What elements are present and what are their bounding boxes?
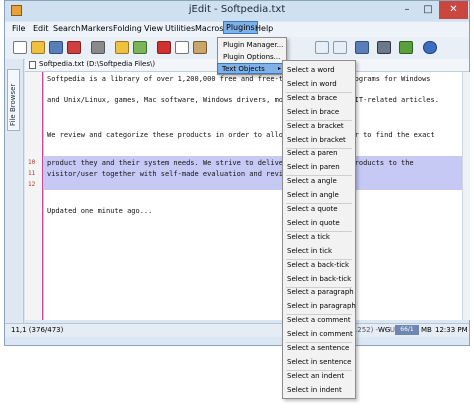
text-object-menu-item[interactable]: Select in bracket	[287, 136, 346, 144]
text-object-menu-item[interactable]: Select in paren	[287, 163, 340, 171]
dock-sidebar: File Browser	[5, 59, 24, 325]
menu-file[interactable]: File	[12, 24, 25, 33]
text-line: Updated one minute ago...	[47, 207, 153, 215]
plugin-options-item[interactable]: Plugin Options...	[223, 53, 280, 61]
expand-icon[interactable]	[315, 41, 329, 54]
text-line: product they and their system needs. We …	[47, 159, 414, 167]
minimize-button[interactable]: –	[397, 1, 417, 19]
menu-separator	[286, 147, 352, 149]
menu-separator	[286, 286, 352, 288]
menu-markers[interactable]: Markers	[81, 24, 113, 33]
title-bar[interactable]: jEdit - Softpedia.txt – □ ✕	[5, 1, 469, 21]
text-object-menu-item[interactable]: Select in tick	[287, 247, 332, 255]
text-objects-item[interactable]: Text Objects ▸	[217, 63, 285, 74]
help-icon[interactable]	[423, 41, 437, 54]
line-number: 12	[28, 181, 36, 188]
menu-edit[interactable]: Edit	[33, 24, 49, 33]
text-object-menu-item[interactable]: Select a tick	[287, 233, 330, 241]
new-file-icon[interactable]	[13, 41, 27, 54]
gutter-marker	[42, 72, 43, 320]
collapse-icon[interactable]	[333, 41, 347, 54]
menu-view[interactable]: View	[144, 24, 163, 33]
text-object-menu-item[interactable]: Select a quote	[287, 205, 338, 213]
menu-separator	[286, 119, 352, 121]
menu-search[interactable]: Search	[53, 24, 80, 33]
text-objects-submenu: Select a word Select in word Select a brac…	[282, 60, 356, 399]
text-object-menu-item[interactable]: Select in back-tick	[287, 275, 351, 283]
close-buffer-icon[interactable]	[67, 41, 81, 54]
clock: 12:33 PM	[435, 326, 468, 334]
menu-separator	[286, 258, 352, 260]
menu-separator	[286, 369, 352, 371]
text-object-menu-item[interactable]: Select in angle	[287, 191, 339, 199]
text-object-menu-item[interactable]: Select a paragraph	[287, 288, 354, 296]
wrap-mode[interactable]: WG	[378, 326, 390, 334]
text-object-menu-item[interactable]: Select in brace	[287, 108, 339, 116]
tools-icon[interactable]	[377, 41, 391, 54]
print-icon[interactable]	[91, 41, 105, 54]
text-objects-label: Text Objects	[222, 65, 265, 73]
text-object-menu-item[interactable]: Select a paren	[287, 149, 338, 157]
menu-separator	[286, 91, 352, 93]
menu-bar: File Edit Search Markers Folding View Ut…	[5, 21, 469, 37]
text-object-menu-item[interactable]: Select in word	[287, 80, 337, 88]
menu-separator	[286, 314, 352, 316]
text-object-menu-item[interactable]: Select in sentence	[287, 358, 351, 366]
menu-folding[interactable]: Folding	[113, 24, 142, 33]
line-number: 11	[28, 170, 36, 177]
menu-utilities[interactable]: Utilities	[165, 24, 195, 33]
menu-separator	[286, 342, 352, 344]
status-bar: 11,1 (376/473) (text,none,Cp1252) - - - …	[5, 323, 469, 337]
memory-indicator[interactable]: 66/1	[395, 325, 419, 335]
text-object-menu-item[interactable]: Select in indent	[287, 386, 342, 394]
line-number: 10	[28, 159, 36, 166]
open-folder-icon[interactable]	[31, 41, 45, 54]
text-line: visitor/user together with self-made eva…	[47, 170, 321, 178]
file-browser-tab[interactable]: File Browser	[7, 69, 20, 131]
copy-icon[interactable]	[175, 41, 189, 54]
text-object-menu-item[interactable]: Select in comment	[287, 330, 353, 338]
buffer-label: Softpedia.txt (D:\Softpedia Files\)	[39, 60, 156, 68]
plugin-manager-item[interactable]: Plugin Manager...	[223, 41, 283, 49]
text-object-menu-item[interactable]: Select a sentence	[287, 344, 349, 352]
text-line: Softpedia is a library of over 1,200,000…	[47, 75, 431, 83]
menu-separator	[286, 230, 352, 232]
close-button[interactable]: ✕	[439, 1, 468, 19]
search-icon[interactable]	[355, 41, 369, 54]
home-icon[interactable]	[399, 41, 413, 54]
submenu-arrow-icon: ▸	[277, 65, 281, 72]
menu-separator	[286, 203, 352, 205]
file-browser-tab-label: File Browser	[9, 83, 17, 126]
redo-icon[interactable]	[133, 41, 147, 54]
text-object-menu-item[interactable]: Select a comment	[287, 316, 351, 324]
menu-separator	[286, 175, 352, 177]
text-object-menu-item[interactable]: Select in paragraph	[287, 302, 356, 310]
text-object-menu-item[interactable]: Select a angle	[287, 177, 337, 185]
caret-position[interactable]: 11,1 (376/473)	[11, 326, 63, 334]
text-object-menu-item[interactable]: Select a bracket	[287, 122, 344, 130]
menu-help[interactable]: Help	[255, 24, 273, 33]
maximize-button[interactable]: □	[418, 1, 438, 19]
text-object-menu-item[interactable]: Select an indent	[287, 372, 344, 380]
undo-icon[interactable]	[115, 41, 129, 54]
cut-icon[interactable]	[157, 41, 171, 54]
save-icon[interactable]	[49, 41, 63, 54]
text-line: and Unix/Linux, games, Mac software, Win…	[47, 96, 439, 104]
text-object-menu-item[interactable]: Select a brace	[287, 94, 337, 102]
text-area[interactable]	[44, 72, 462, 320]
paste-icon[interactable]	[193, 41, 207, 54]
text-object-menu-item[interactable]: Select a back-tick	[287, 261, 349, 269]
vertical-scrollbar[interactable]	[462, 72, 470, 320]
text-object-menu-item[interactable]: Select a word	[287, 66, 335, 74]
text-line: We review and categorize these products …	[47, 131, 435, 139]
file-icon	[29, 61, 36, 69]
memory-unit: MB	[421, 326, 432, 334]
menu-macros[interactable]: Macros	[195, 24, 223, 33]
text-object-menu-item[interactable]: Select in quote	[287, 219, 340, 227]
menu-plugins[interactable]: Plugins	[223, 21, 258, 34]
